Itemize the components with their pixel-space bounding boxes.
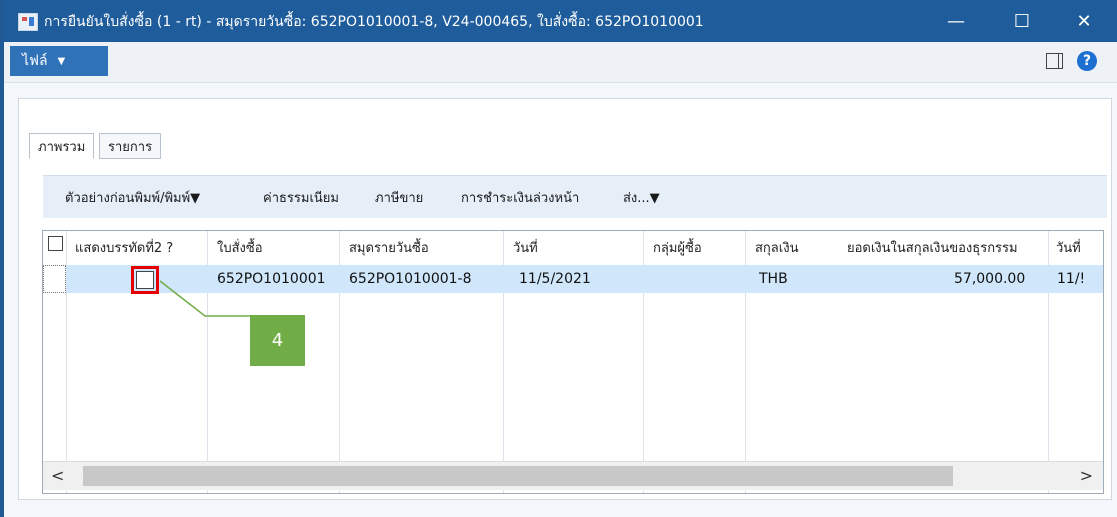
column-header-buyer-group[interactable]: กลุ่มผู้ซื้อ <box>653 237 702 258</box>
app-icon <box>18 13 38 31</box>
horizontal-scrollbar[interactable]: < > <box>43 461 1103 490</box>
scroll-thumb[interactable] <box>83 466 953 486</box>
cell-amount[interactable]: 57,000.00 <box>954 271 1025 287</box>
column-header-currency[interactable]: สกุลเงิน <box>755 237 798 258</box>
column-header-amount[interactable]: ยอดเงินในสกุลเงินของธุรกรรม <box>847 237 1018 258</box>
file-menu-button[interactable]: ไฟล์ ▼ <box>10 46 108 76</box>
chevron-down-icon: ▼ <box>57 55 66 67</box>
file-menu-label: ไฟล์ <box>22 53 48 69</box>
row-selector[interactable] <box>43 265 66 293</box>
menu-bar: ไฟล์ ▼ ? <box>4 42 1117 83</box>
sales-tax-button[interactable]: ภาษีขาย <box>375 187 423 208</box>
column-header-date-2[interactable]: วันที่ <box>1056 237 1081 258</box>
column-header-show-line2[interactable]: แสดงบรรทัดที่2 ? <box>75 237 173 258</box>
column-header-date[interactable]: วันที่ <box>513 237 538 258</box>
help-icon[interactable]: ? <box>1077 51 1097 71</box>
highlight-box <box>131 266 159 294</box>
maximize-button[interactable]: ☐ <box>998 0 1046 42</box>
cell-journal[interactable]: 652PO1010001-8 <box>349 271 472 287</box>
tab-overview[interactable]: ภาพรวม <box>29 133 95 159</box>
column-header-journal[interactable]: สมุดรายวันซื้อ <box>349 237 429 258</box>
column-header-purchase-order[interactable]: ใบสั่งซื้อ <box>217 237 263 258</box>
lines-grid: แสดงบรรทัดที่2 ? ใบสั่งซื้อ สมุดรายวันซื… <box>42 230 1104 494</box>
cell-currency[interactable]: THB <box>759 271 788 287</box>
tab-lines[interactable]: รายการ <box>99 133 162 159</box>
charges-button[interactable]: ค่าธรรมเนียม <box>263 187 339 208</box>
step-callout-badge: 4 <box>250 315 305 366</box>
cell-date-2[interactable]: 11/! <box>1057 271 1085 287</box>
layout-icon[interactable] <box>1046 53 1063 69</box>
window-title: การยืนยันใบสั่งซื้อ (1 - rt) - สมุดรายวั… <box>44 14 704 30</box>
close-button[interactable]: ✕ <box>1060 0 1108 42</box>
select-all-checkbox[interactable] <box>48 236 63 251</box>
minimize-button[interactable]: — <box>932 0 980 42</box>
print-preview-button[interactable]: ตัวอย่างก่อนพิมพ์/พิมพ์▼ <box>65 187 200 208</box>
send-button[interactable]: ส่ง...▼ <box>623 187 660 208</box>
cell-purchase-order[interactable]: 652PO1010001 <box>217 271 326 287</box>
title-bar: การยืนยันใบสั่งซื้อ (1 - rt) - สมุดรายวั… <box>4 0 1117 42</box>
scroll-right-icon[interactable]: > <box>1080 466 1093 485</box>
action-toolbar: ตัวอย่างก่อนพิมพ์/พิมพ์▼ ค่าธรรมเนียม ภา… <box>43 175 1107 218</box>
scroll-left-icon[interactable]: < <box>51 466 64 485</box>
prepayment-button[interactable]: การชำระเงินล่วงหน้า <box>461 187 579 208</box>
cell-date[interactable]: 11/5/2021 <box>519 271 591 287</box>
